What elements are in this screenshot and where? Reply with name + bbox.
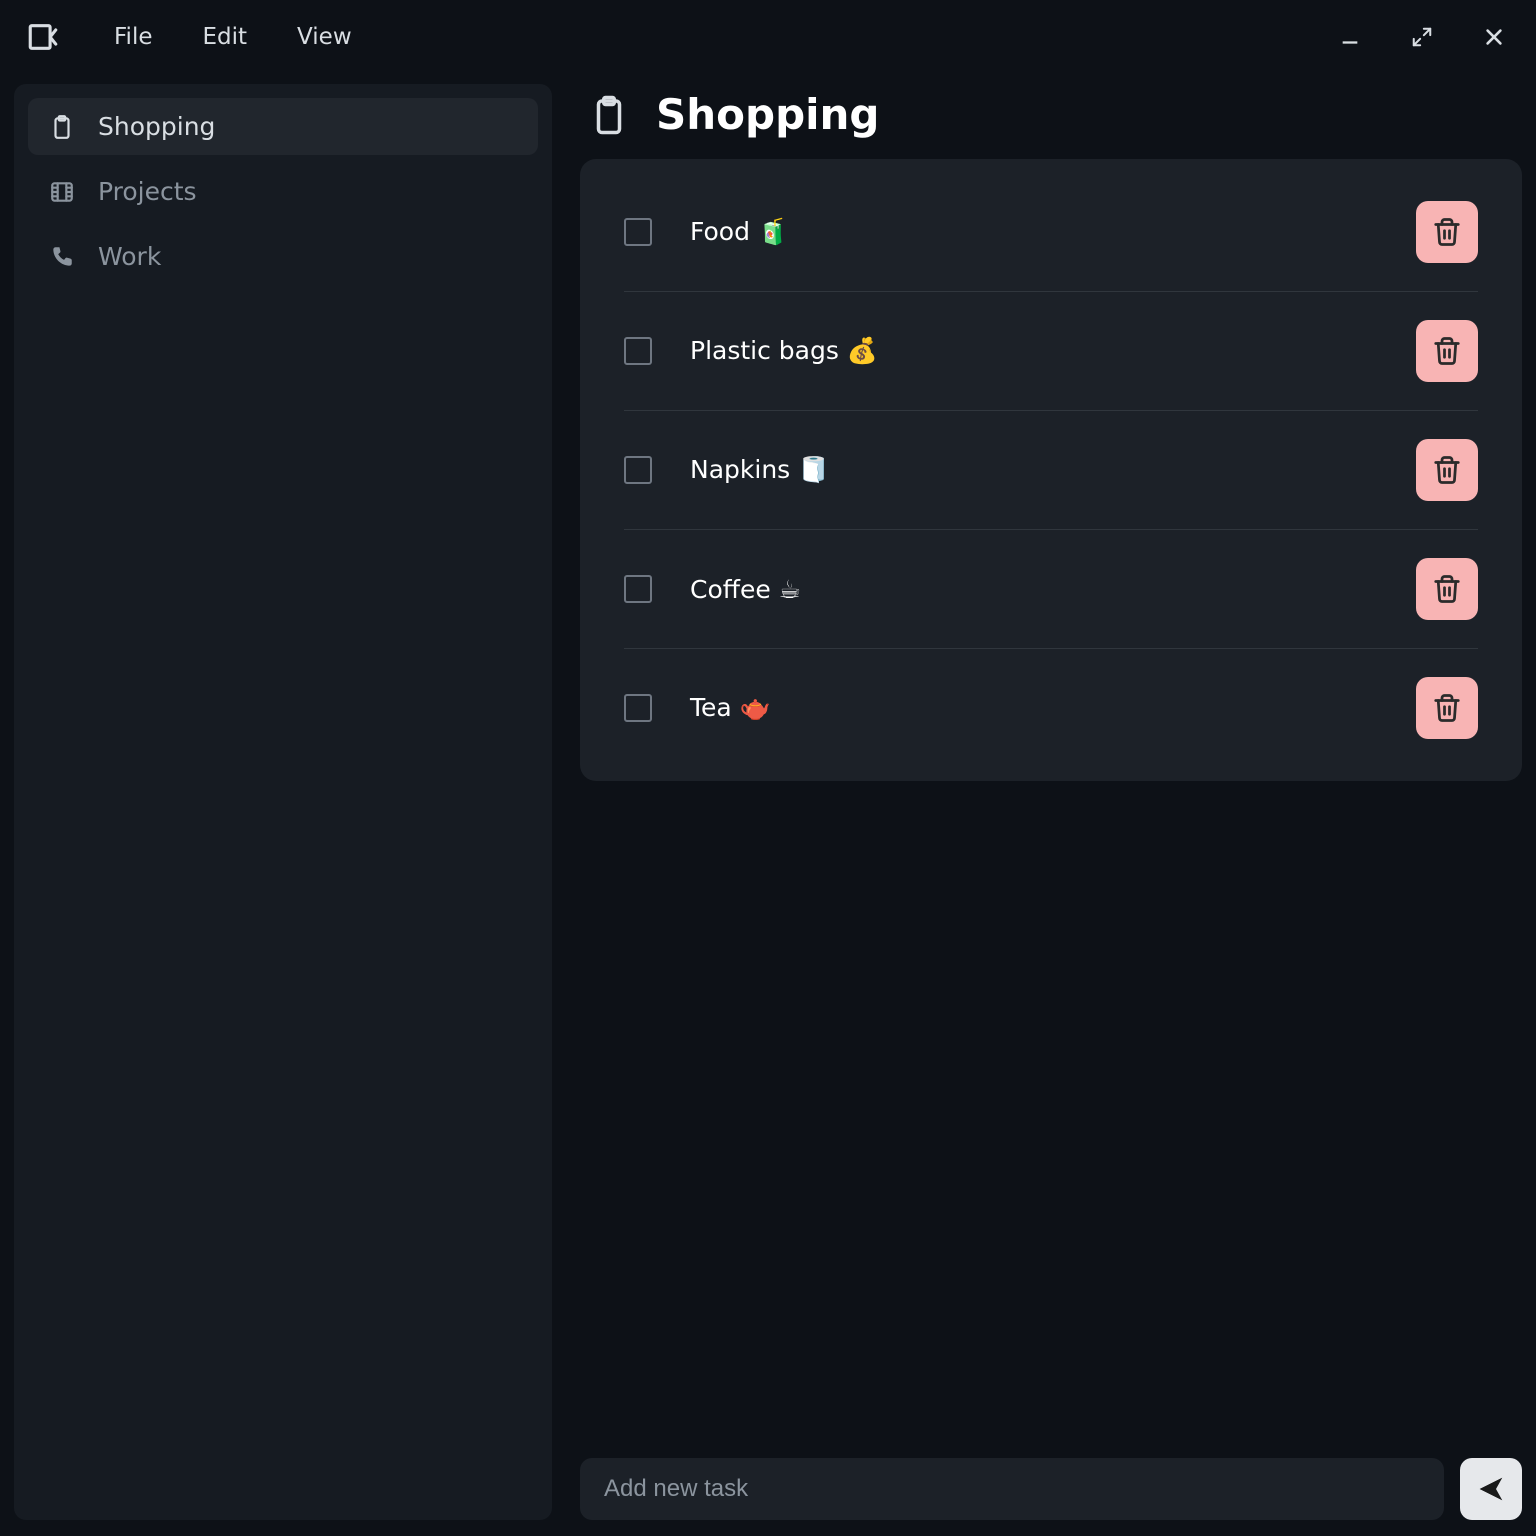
page-title: Shopping (656, 90, 880, 139)
task-row: Napkins 🧻 (624, 411, 1478, 530)
main-panel: Shopping Food 🧃 Plastic bags 💰 Napkins 🧻 (580, 84, 1522, 1520)
window-maximize-button[interactable] (1408, 23, 1436, 51)
task-row: Plastic bags 💰 (624, 292, 1478, 411)
menu-file[interactable]: File (114, 24, 153, 50)
app-window: File Edit View (0, 0, 1536, 1536)
task-checkbox[interactable] (624, 218, 652, 246)
sidebar-item-shopping[interactable]: Shopping (28, 98, 538, 155)
menubar: File Edit View (0, 0, 1536, 74)
task-checkbox[interactable] (624, 575, 652, 603)
task-checkbox[interactable] (624, 337, 652, 365)
task-row: Coffee ☕ (624, 530, 1478, 649)
menu-edit[interactable]: Edit (203, 24, 248, 50)
sidebar-item-projects[interactable]: Projects (28, 163, 538, 220)
new-task-input[interactable] (580, 1458, 1444, 1520)
sidebar-item-work[interactable]: Work (28, 228, 538, 285)
clipboard-icon (588, 94, 630, 136)
task-delete-button[interactable] (1416, 677, 1478, 739)
sidebar: Shopping Projects Work (14, 84, 552, 1520)
app-logo-icon (26, 20, 60, 54)
task-delete-button[interactable] (1416, 439, 1478, 501)
sidebar-item-label: Projects (98, 177, 197, 206)
add-task-button[interactable] (1460, 1458, 1522, 1520)
task-checkbox[interactable] (624, 456, 652, 484)
clipboard-icon (48, 113, 76, 141)
page-header: Shopping (580, 84, 1522, 159)
new-task-bar (580, 1454, 1522, 1520)
task-delete-button[interactable] (1416, 201, 1478, 263)
task-label: Napkins 🧻 (690, 455, 1378, 485)
task-list: Food 🧃 Plastic bags 💰 Napkins 🧻 Coffee ☕ (580, 159, 1522, 781)
task-label: Coffee ☕ (690, 575, 1378, 604)
task-row: Tea 🫖 (624, 649, 1478, 767)
task-label: Plastic bags 💰 (690, 336, 1378, 366)
sidebar-item-label: Shopping (98, 112, 215, 141)
task-checkbox[interactable] (624, 694, 652, 722)
sidebar-item-label: Work (98, 242, 161, 271)
menu-view[interactable]: View (297, 24, 352, 50)
task-row: Food 🧃 (624, 173, 1478, 292)
window-close-button[interactable] (1480, 23, 1508, 51)
window-minimize-button[interactable] (1336, 23, 1364, 51)
phone-icon (48, 243, 76, 271)
task-label: Tea 🫖 (690, 693, 1378, 723)
task-delete-button[interactable] (1416, 320, 1478, 382)
film-icon (48, 178, 76, 206)
task-delete-button[interactable] (1416, 558, 1478, 620)
task-label: Food 🧃 (690, 217, 1378, 247)
